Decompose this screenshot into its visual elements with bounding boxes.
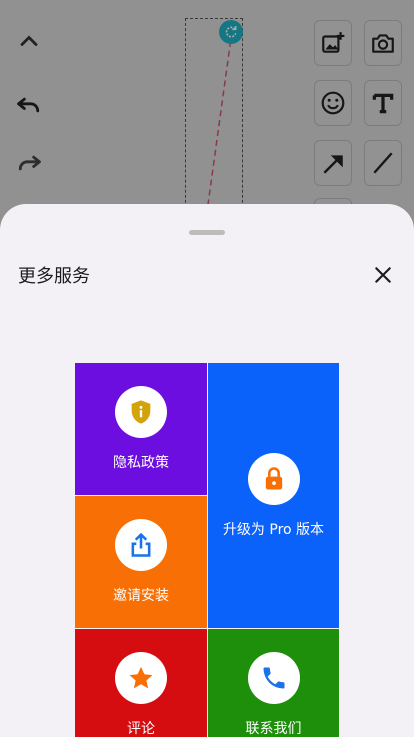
upgrade-icon-circle [247,452,300,505]
share-icon [131,533,151,557]
phone-icon [263,667,284,689]
close-button[interactable] [370,262,396,288]
privacy-icon-circle [115,386,167,438]
sheet-grabber[interactable] [189,230,225,235]
more-services-sheet: 更多服务 隐私政策 升级为 Pro 版本 邀请安装 评论 联系我们 [0,204,414,737]
lock-icon [265,466,282,489]
review-label: 评论 [127,721,155,737]
sheet-title: 更多服务 [18,266,90,287]
star-icon [129,666,153,689]
contact-us-tile[interactable]: 联系我们 [208,629,339,737]
shield-info-icon [131,400,151,424]
invite-install-label: 邀请安装 [113,588,169,604]
contact-icon-circle [247,652,300,704]
review-tile[interactable]: 评论 [75,629,207,737]
invite-icon-circle [115,519,167,571]
contact-us-label: 联系我们 [245,721,302,737]
privacy-policy-tile[interactable]: 隐私政策 [75,363,207,495]
review-icon-circle [115,652,167,704]
upgrade-pro-tile[interactable]: 升级为 Pro 版本 [208,363,339,628]
privacy-policy-label: 隐私政策 [113,455,169,471]
upgrade-pro-label: 升级为 Pro 版本 [222,521,325,538]
invite-install-tile[interactable]: 邀请安装 [75,496,207,628]
close-icon [375,267,391,283]
